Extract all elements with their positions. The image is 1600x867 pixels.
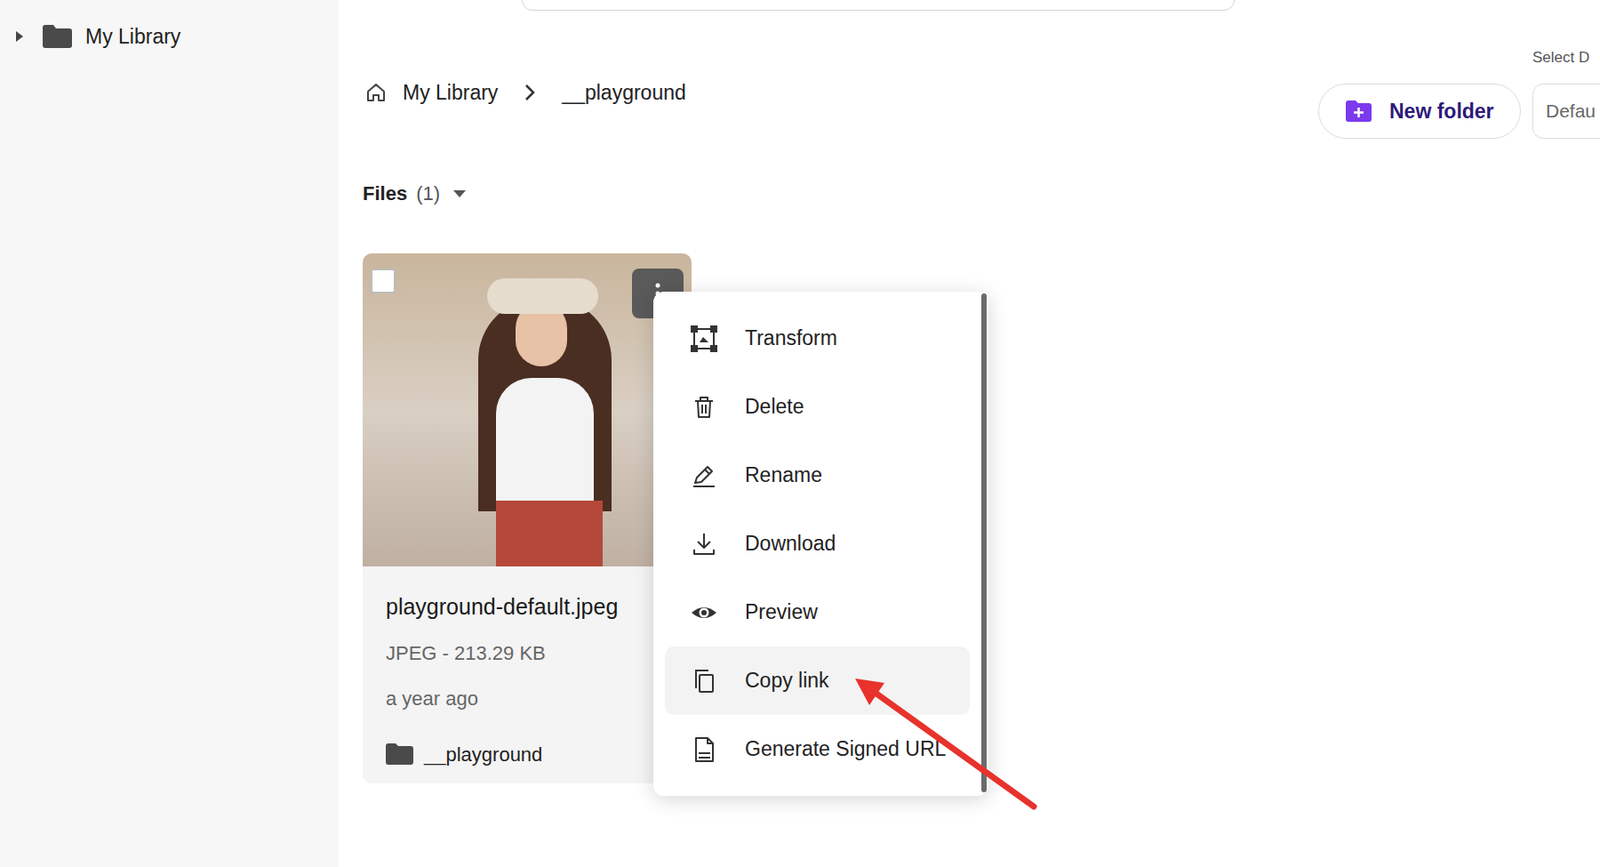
main-area: My Library __playground New folder Select… (338, 0, 1600, 867)
files-label: Files (362, 181, 408, 207)
trash-icon (689, 392, 719, 422)
breadcrumb: My Library __playground (362, 48, 687, 105)
folder-plus-icon (1345, 100, 1372, 122)
file-folder[interactable]: __playground (385, 740, 669, 768)
menu-item-label: Copy link (744, 664, 830, 696)
default-select[interactable]: Defau (1532, 83, 1600, 139)
files-header[interactable]: Files (1) (362, 181, 1600, 207)
menu-item[interactable]: Download (664, 509, 970, 578)
menu-item-label: Generate Signed URL (744, 733, 946, 765)
menu-scrollbar[interactable] (981, 293, 987, 792)
menu-item-label: Preview (744, 596, 818, 628)
menu-item-label: Transform (744, 322, 838, 354)
file-card[interactable]: playground-default.jpeg JPEG - 213.29 KB a… (362, 253, 692, 784)
sidebar: My Library (0, 0, 339, 867)
menu-item-label: Download (744, 528, 836, 560)
sidebar-label: My Library (85, 21, 181, 53)
home-icon[interactable] (365, 81, 387, 104)
menu-item-label: Delete (744, 391, 804, 423)
photo-hat (487, 278, 599, 314)
menu-item[interactable]: Rename (664, 440, 970, 510)
thumbnail-image[interactable] (362, 253, 692, 567)
new-folder-label: New folder (1389, 96, 1495, 128)
folder-icon (385, 743, 414, 765)
menu-item[interactable]: Copy link (664, 646, 970, 715)
breadcrumb-item[interactable]: __playground (561, 80, 686, 105)
new-folder-button[interactable]: New folder (1318, 83, 1521, 139)
transform-icon (689, 324, 719, 353)
breadcrumb-item[interactable]: My Library (402, 80, 498, 105)
caret-down-icon[interactable] (452, 189, 467, 199)
download-icon (689, 529, 719, 559)
file-details: playground-default.jpeg JPEG - 213.29 KB a… (362, 566, 692, 784)
photo-shirt (496, 377, 594, 503)
chevron-right-icon (524, 83, 536, 102)
menu-item[interactable]: Preview (664, 577, 970, 647)
photo-skirt (496, 500, 603, 567)
select-label: Select D (1532, 48, 1600, 67)
eye-icon (689, 598, 719, 627)
search-field[interactable] (521, 0, 1235, 11)
file-card-wrapper: playground-default.jpeg JPEG - 213.29 KB a… (362, 253, 692, 784)
pencil-icon (689, 461, 719, 490)
select-checkbox[interactable] (370, 268, 396, 294)
context-menu: Transform Delete Rename Download Preview Copy… (653, 291, 989, 796)
file-name: playground-default.jpeg (385, 592, 669, 621)
caret-right-icon[interactable] (15, 30, 24, 43)
select-value: Defau (1545, 96, 1596, 126)
folder-icon (42, 24, 72, 48)
file-info: JPEG - 213.29 KB (385, 640, 669, 666)
file-grid: playground-default.jpeg JPEG - 213.29 KB a… (362, 253, 1600, 784)
sidebar-item[interactable]: My Library (0, 21, 339, 52)
menu-item[interactable]: Delete (664, 372, 970, 441)
copy-icon (689, 666, 719, 696)
menu-item-label: Rename (744, 459, 823, 491)
files-count: (1) (416, 181, 440, 207)
folder-name: __playground (424, 739, 543, 769)
menu-item[interactable]: Generate Signed URL (664, 714, 970, 784)
file-modified: a year ago (385, 686, 669, 712)
menu-item[interactable]: Transform (664, 304, 970, 373)
signed-url-icon (689, 735, 719, 764)
